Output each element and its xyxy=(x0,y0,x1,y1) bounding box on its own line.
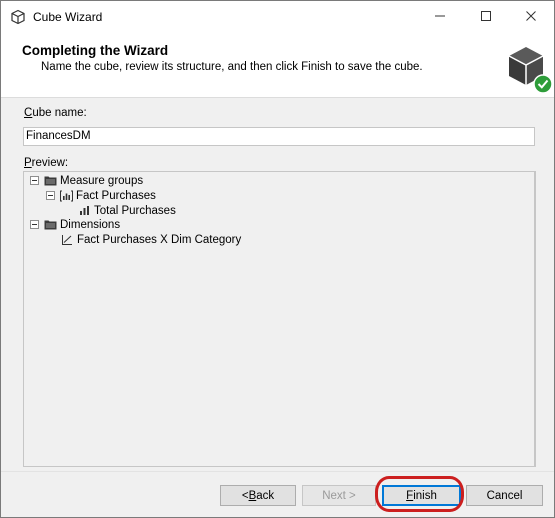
title-bar: Cube Wizard xyxy=(1,1,554,33)
tree-node-label: Measure groups xyxy=(60,174,144,187)
wizard-header: Completing the Wizard Name the cube, rev… xyxy=(1,33,554,98)
cancel-button[interactable]: Cancel xyxy=(466,485,543,506)
preview-tree[interactable]: Measure groups Fact Purchases Total Purc… xyxy=(23,171,536,467)
finish-button[interactable]: Finish xyxy=(382,485,461,506)
window-title: Cube Wizard xyxy=(33,10,103,24)
close-icon xyxy=(525,10,537,25)
tree-node-label: Dimensions xyxy=(60,218,121,231)
tree-node-fact-purchases[interactable]: Fact Purchases xyxy=(46,188,156,203)
close-button[interactable] xyxy=(508,1,554,33)
measure-group-icon xyxy=(59,189,73,203)
minimize-icon xyxy=(434,10,446,25)
cube-outline-icon xyxy=(10,9,26,25)
folder-icon xyxy=(43,174,57,188)
tree-node-label: Fact Purchases X Dim Category xyxy=(77,233,242,246)
minimize-button[interactable] xyxy=(417,1,463,33)
cube-wizard-window: Cube Wizard Completing the Wizard Name t… xyxy=(0,0,555,518)
preview-label: Preview: xyxy=(24,157,69,169)
tree-node-label: Total Purchases xyxy=(94,204,176,217)
dimension-icon xyxy=(60,233,74,247)
tree-node-dimensions[interactable]: Dimensions xyxy=(30,217,120,232)
tree-node-total-purchases[interactable]: Total Purchases xyxy=(77,203,176,218)
preview-scrollbar[interactable] xyxy=(534,172,535,466)
page-title: Completing the Wizard xyxy=(22,43,169,58)
measure-icon xyxy=(77,204,91,218)
cube-check-icon xyxy=(506,43,554,95)
maximize-icon xyxy=(480,10,492,25)
next-button[interactable]: Next > xyxy=(302,485,376,506)
collapse-toggle-icon[interactable] xyxy=(30,220,39,229)
maximize-button[interactable] xyxy=(463,1,509,33)
cube-name-label: Cube name: xyxy=(24,107,87,119)
tree-node-measure-groups[interactable]: Measure groups xyxy=(30,173,143,188)
back-button[interactable]: < Back xyxy=(220,485,296,506)
cube-name-input[interactable] xyxy=(23,127,535,146)
tree-node-dimension-item[interactable]: Fact Purchases X Dim Category xyxy=(60,232,241,247)
collapse-toggle-icon[interactable] xyxy=(46,191,55,200)
page-subtitle: Name the cube, review its structure, and… xyxy=(41,61,423,73)
collapse-toggle-icon[interactable] xyxy=(30,176,39,185)
tree-node-label: Fact Purchases xyxy=(76,189,156,202)
folder-icon xyxy=(43,218,57,232)
footer-divider xyxy=(1,471,554,472)
